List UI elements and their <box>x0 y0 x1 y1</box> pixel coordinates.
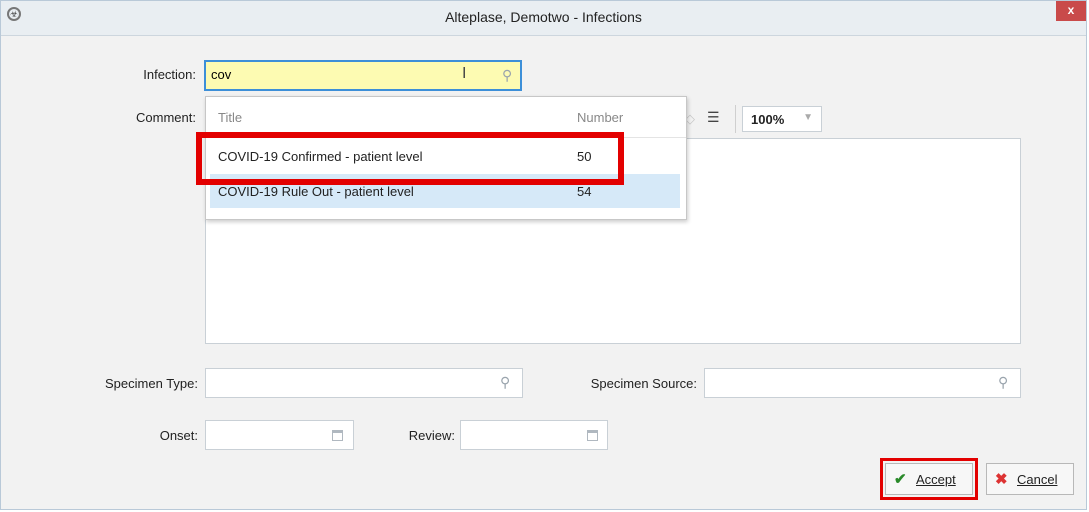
accept-label: Accept <box>916 472 956 487</box>
title-bar: ☣ Alteplase, Demotwo - Infections x <box>1 1 1086 36</box>
result-number: 54 <box>577 184 592 199</box>
calendar-icon[interactable] <box>332 430 343 441</box>
column-header-title: Title <box>218 110 243 125</box>
window-title: Alteplase, Demotwo - Infections <box>445 9 642 25</box>
cancel-button[interactable]: ✖ Cancel <box>986 463 1074 495</box>
specimen-type-label: Specimen Type: <box>105 376 198 391</box>
cancel-label: Cancel <box>1017 472 1058 487</box>
specimen-source-label: Specimen Source: <box>590 376 697 391</box>
close-icon: ✖ <box>995 471 1008 488</box>
calendar-icon[interactable] <box>587 430 598 441</box>
infection-label: Infection: <box>143 67 196 82</box>
checkmark-icon: ✔ <box>894 471 907 488</box>
infections-dialog: ☣ Alteplase, Demotwo - Infections x Infe… <box>0 0 1087 510</box>
search-icon[interactable]: ⚲ <box>500 374 510 391</box>
highlight-annotation <box>196 132 624 185</box>
infection-input-value: cov <box>211 67 232 82</box>
search-icon[interactable]: ⚲ <box>502 67 512 84</box>
search-icon[interactable]: ⚲ <box>998 374 1008 391</box>
list-format-icon[interactable]: ☰ <box>707 109 720 126</box>
comment-label: Comment: <box>136 110 196 125</box>
onset-date-input[interactable] <box>205 420 354 450</box>
review-date-input[interactable] <box>460 420 608 450</box>
close-button[interactable]: x <box>1056 1 1086 21</box>
zoom-select[interactable]: 100% ▼ <box>742 106 822 132</box>
result-title: COVID-19 Rule Out - patient level <box>218 184 414 199</box>
column-header-number: Number <box>577 110 624 125</box>
infection-search-input[interactable]: cov I ⚲ <box>204 60 522 91</box>
chevron-down-icon: ▼ <box>803 112 813 123</box>
accept-button[interactable]: ✔ Accept <box>885 463 973 495</box>
review-label: Review: <box>408 428 455 443</box>
text-cursor-icon: I <box>462 65 467 82</box>
specimen-source-input[interactable]: ⚲ <box>704 368 1021 398</box>
toolbar-divider <box>735 105 736 133</box>
zoom-value: 100% <box>751 112 785 127</box>
specimen-type-input[interactable]: ⚲ <box>205 368 523 398</box>
onset-label: Onset: <box>159 428 198 443</box>
